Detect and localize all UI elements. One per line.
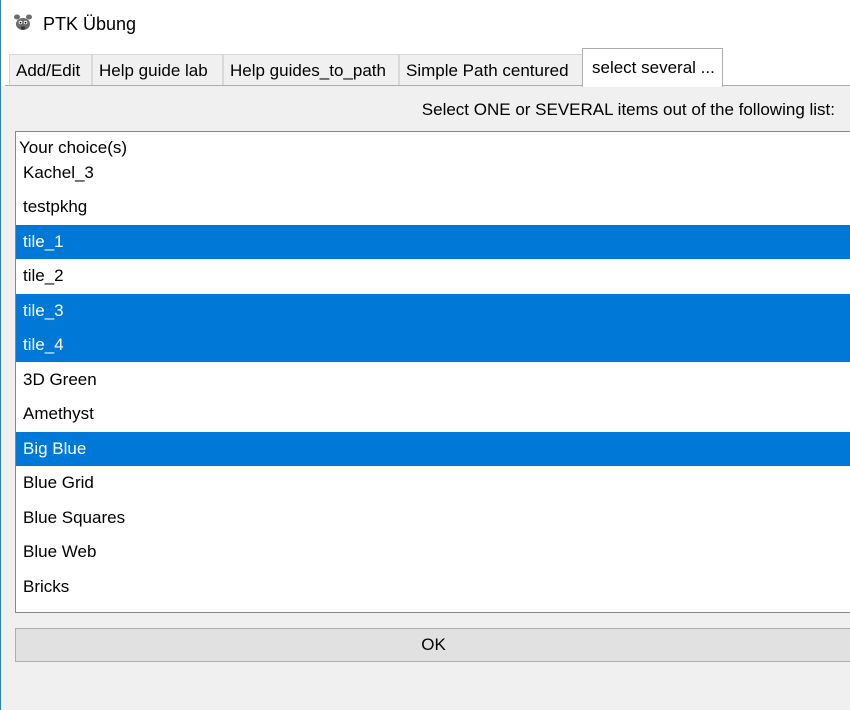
tab-simple-path-centured[interactable]: Simple Path centured (399, 54, 583, 86)
window-bottom-area (1, 675, 850, 710)
tab-help-guide-lab[interactable]: Help guide lab (92, 54, 223, 86)
tab-select-several[interactable]: select several ... (582, 48, 723, 87)
list-item[interactable]: Blue Web (16, 535, 850, 569)
tab-content-panel: Select ONE or SEVERAL items out of the f… (5, 85, 850, 676)
list-item[interactable]: Blue Grid (16, 466, 850, 500)
list-item[interactable]: Blue Squares (16, 501, 850, 535)
window-title: PTK Übung (43, 14, 137, 34)
title-bar[interactable]: PTK Übung (1, 0, 850, 46)
list-item[interactable]: Bricks (16, 570, 850, 604)
choice-listbox[interactable]: Your choice(s) Kachel_3 testpkhg tile_1 … (15, 131, 850, 613)
list-item[interactable]: tile_3 (16, 294, 850, 328)
ok-button[interactable]: OK (15, 628, 850, 662)
list-item[interactable]: Amethyst (16, 397, 850, 431)
tab-add-edit[interactable]: Add/Edit (9, 54, 92, 86)
gimp-icon (14, 14, 32, 30)
tab-bar: Add/Edit Help guide lab Help guides_to_p… (1, 46, 850, 87)
list-item[interactable]: tile_2 (16, 259, 850, 293)
list-item[interactable]: 3D Green (16, 363, 850, 397)
list-item[interactable]: Big Blue (16, 432, 850, 466)
list-item[interactable]: Kachel_3 (16, 156, 850, 190)
app-window: PTK Übung Add/Edit Help guide lab Help g… (0, 0, 850, 710)
tab-help-guides-to-path[interactable]: Help guides_to_path (223, 54, 399, 86)
list-item[interactable]: tile_4 (16, 328, 850, 362)
list-item[interactable]: tile_1 (16, 225, 850, 259)
list-item[interactable]: testpkhg (16, 190, 850, 224)
instruction-label: Select ONE or SEVERAL items out of the f… (421, 100, 835, 119)
